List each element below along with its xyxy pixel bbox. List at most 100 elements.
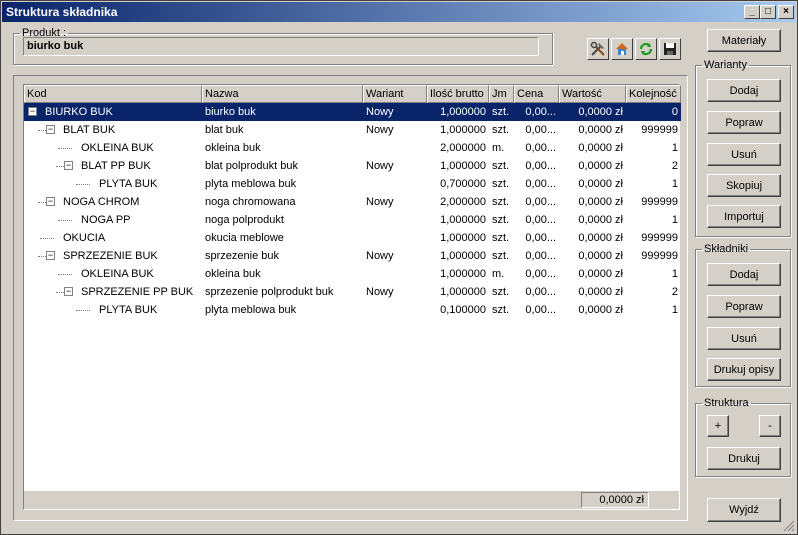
cell-wariant: Nowy — [366, 124, 394, 136]
warianty-usun-button[interactable]: Usuń — [707, 143, 781, 166]
row-kod-text: OKLEINA BUK — [81, 142, 154, 154]
cell-ilosc: 1,000000 — [440, 232, 486, 244]
cell-wartosc: 0,0000 zł — [578, 286, 623, 298]
cell-ilosc: 1,000000 — [440, 286, 486, 298]
cell-ilosc: 1,000000 — [440, 160, 486, 172]
collapse-icon[interactable]: − — [46, 125, 55, 134]
resize-grip-icon[interactable] — [783, 520, 795, 532]
table-row[interactable]: OKUCIA okucia meblowe 1,000000 szt. 0,00... 0… — [24, 229, 681, 247]
table-row[interactable]: − BIURKO BUK biurko buk Nowy 1,000000 szt. 0,0… — [24, 103, 681, 121]
column-header-ilosc-brutto[interactable]: Ilość brutto — [427, 85, 489, 103]
row-kod-text: NOGA PP — [81, 214, 131, 226]
warianty-importuj-button[interactable]: Importuj — [707, 205, 781, 228]
grid-frame: Kod Nazwa Wariant Ilość brutto Jm Cena W… — [13, 75, 688, 521]
struktura-drukuj-button[interactable]: Drukuj — [707, 447, 781, 470]
warianty-popraw-button[interactable]: Popraw — [707, 111, 781, 134]
cell-ilosc: 0,100000 — [440, 304, 486, 316]
column-header-cena[interactable]: Cena — [514, 85, 559, 103]
cell-kod: PLYTA BUK — [24, 301, 202, 319]
cell-wariant — [363, 211, 427, 229]
structure-tree-grid[interactable]: Kod Nazwa Wariant Ilość brutto Jm Cena W… — [23, 84, 681, 510]
cell-wartosc: 0,0000 zł — [578, 250, 623, 262]
tree-connector — [58, 220, 72, 221]
table-row[interactable]: − BLAT PP BUK blat polprodukt buk Nowy 1,000… — [24, 157, 681, 175]
struktura-collapse-button[interactable]: - — [759, 415, 781, 437]
cell-nazwa: okucia meblowe — [205, 232, 284, 244]
column-header-wartosc[interactable]: Wartość — [559, 85, 626, 103]
row-kod-text: BLAT PP BUK — [81, 160, 151, 172]
collapse-icon[interactable]: − — [46, 251, 55, 260]
tools-icon[interactable] — [587, 38, 609, 60]
cell-wariant — [363, 175, 427, 193]
window: Struktura składnika _ □ × Produkt : biur… — [0, 0, 798, 535]
cell-kod: − NOGA CHROM — [24, 193, 202, 211]
cell-cena: 0,00... — [525, 268, 556, 280]
home-icon[interactable] — [611, 38, 633, 60]
struktura-legend: Struktura — [704, 397, 749, 409]
column-header-wariant[interactable]: Wariant — [363, 85, 427, 103]
minimize-icon[interactable]: _ — [744, 5, 760, 19]
cell-kolejnosc: 2 — [671, 286, 678, 298]
column-header-kolejnosc[interactable]: Kolejność — [626, 85, 681, 103]
save-icon[interactable] — [659, 38, 681, 60]
cell-ilosc: 2,000000 — [440, 196, 486, 208]
wyjdz-button[interactable]: Wyjdź — [707, 498, 781, 522]
row-kod-text: PLYTA BUK — [99, 304, 158, 316]
cell-nazwa: blat buk — [205, 124, 244, 136]
maximize-icon[interactable]: □ — [760, 5, 776, 19]
tree-connector — [76, 184, 90, 185]
table-row[interactable]: OKLEINA BUK okleina buk 1,000000 m. 0,00... 0… — [24, 265, 681, 283]
materialy-button[interactable]: Materiały — [707, 29, 781, 52]
cell-cena: 0,00... — [525, 304, 556, 316]
close-icon[interactable]: × — [778, 5, 794, 19]
collapse-icon[interactable]: − — [64, 287, 73, 296]
cell-kolejnosc: 999999 — [641, 124, 678, 136]
cell-ilosc: 1,000000 — [440, 124, 486, 136]
cell-wartosc: 0,0000 zł — [578, 304, 623, 316]
cell-kolejnosc: 1 — [671, 304, 678, 316]
table-row[interactable]: PLYTA BUK plyta meblowa buk 0,700000 szt. 0,… — [24, 175, 681, 193]
warianty-legend: Warianty — [704, 59, 747, 71]
skladniki-legend: Składniki — [704, 243, 749, 255]
cell-cena: 0,00... — [525, 286, 556, 298]
cell-jm: szt. — [492, 124, 510, 136]
skladniki-popraw-button[interactable]: Popraw — [707, 295, 781, 318]
tree-connector — [56, 292, 64, 293]
collapse-icon[interactable]: − — [64, 161, 73, 170]
product-field: biurko buk — [23, 37, 539, 56]
cell-wariant: Nowy — [366, 160, 394, 172]
cell-wariant — [363, 265, 427, 283]
collapse-icon[interactable]: − — [46, 197, 55, 206]
table-row[interactable]: − SPRZEZENIE PP BUK sprzezenie polprodukt … — [24, 283, 681, 301]
cell-kod: − SPRZEZENIE PP BUK — [24, 283, 202, 301]
cell-ilosc: 0,700000 — [440, 178, 486, 190]
cell-kolejnosc: 2 — [671, 160, 678, 172]
skladniki-dodaj-button[interactable]: Dodaj — [707, 263, 781, 286]
skladniki-usun-button[interactable]: Usuń — [707, 327, 781, 350]
table-row[interactable]: OKLEINA BUK okleina buk 2,000000 m. 0,00... 0… — [24, 139, 681, 157]
column-header-kod[interactable]: Kod — [24, 85, 202, 103]
struktura-expand-button[interactable]: + — [707, 415, 729, 437]
table-row[interactable]: − NOGA CHROM noga chromowana Nowy 2,000000 sz… — [24, 193, 681, 211]
collapse-icon[interactable]: − — [28, 107, 37, 116]
cell-wartosc: 0,0000 zł — [578, 160, 623, 172]
cell-wariant — [363, 229, 427, 247]
table-row[interactable]: − SPRZEZENIE BUK sprzezenie buk Nowy 1,00000… — [24, 247, 681, 265]
refresh-icon[interactable] — [635, 38, 657, 60]
cell-wariant — [363, 139, 427, 157]
table-row[interactable]: − BLAT BUK blat buk Nowy 1,000000 szt. 0,00...… — [24, 121, 681, 139]
skladniki-drukuj-opisy-button[interactable]: Drukuj opisy — [707, 358, 781, 381]
column-header-nazwa[interactable]: Nazwa — [202, 85, 363, 103]
warianty-dodaj-button[interactable]: Dodaj — [707, 79, 781, 102]
cell-kod: − BLAT BUK — [24, 121, 202, 139]
cell-cena: 0,00... — [525, 124, 556, 136]
warianty-skopiuj-button[interactable]: Skopiuj — [707, 174, 781, 197]
cell-wartosc: 0,0000 zł — [578, 214, 623, 226]
table-row[interactable]: PLYTA BUK plyta meblowa buk 0,100000 szt. 0,… — [24, 301, 681, 319]
cell-nazwa: sprzezenie polprodukt buk — [205, 286, 334, 298]
cell-jm: szt. — [492, 106, 510, 118]
table-row[interactable]: NOGA PP noga polprodukt 1,000000 szt. 0,00..… — [24, 211, 681, 229]
column-header-jm[interactable]: Jm — [489, 85, 514, 103]
cell-ilosc: 1,000000 — [440, 268, 486, 280]
cell-kod: − BLAT PP BUK — [24, 157, 202, 175]
